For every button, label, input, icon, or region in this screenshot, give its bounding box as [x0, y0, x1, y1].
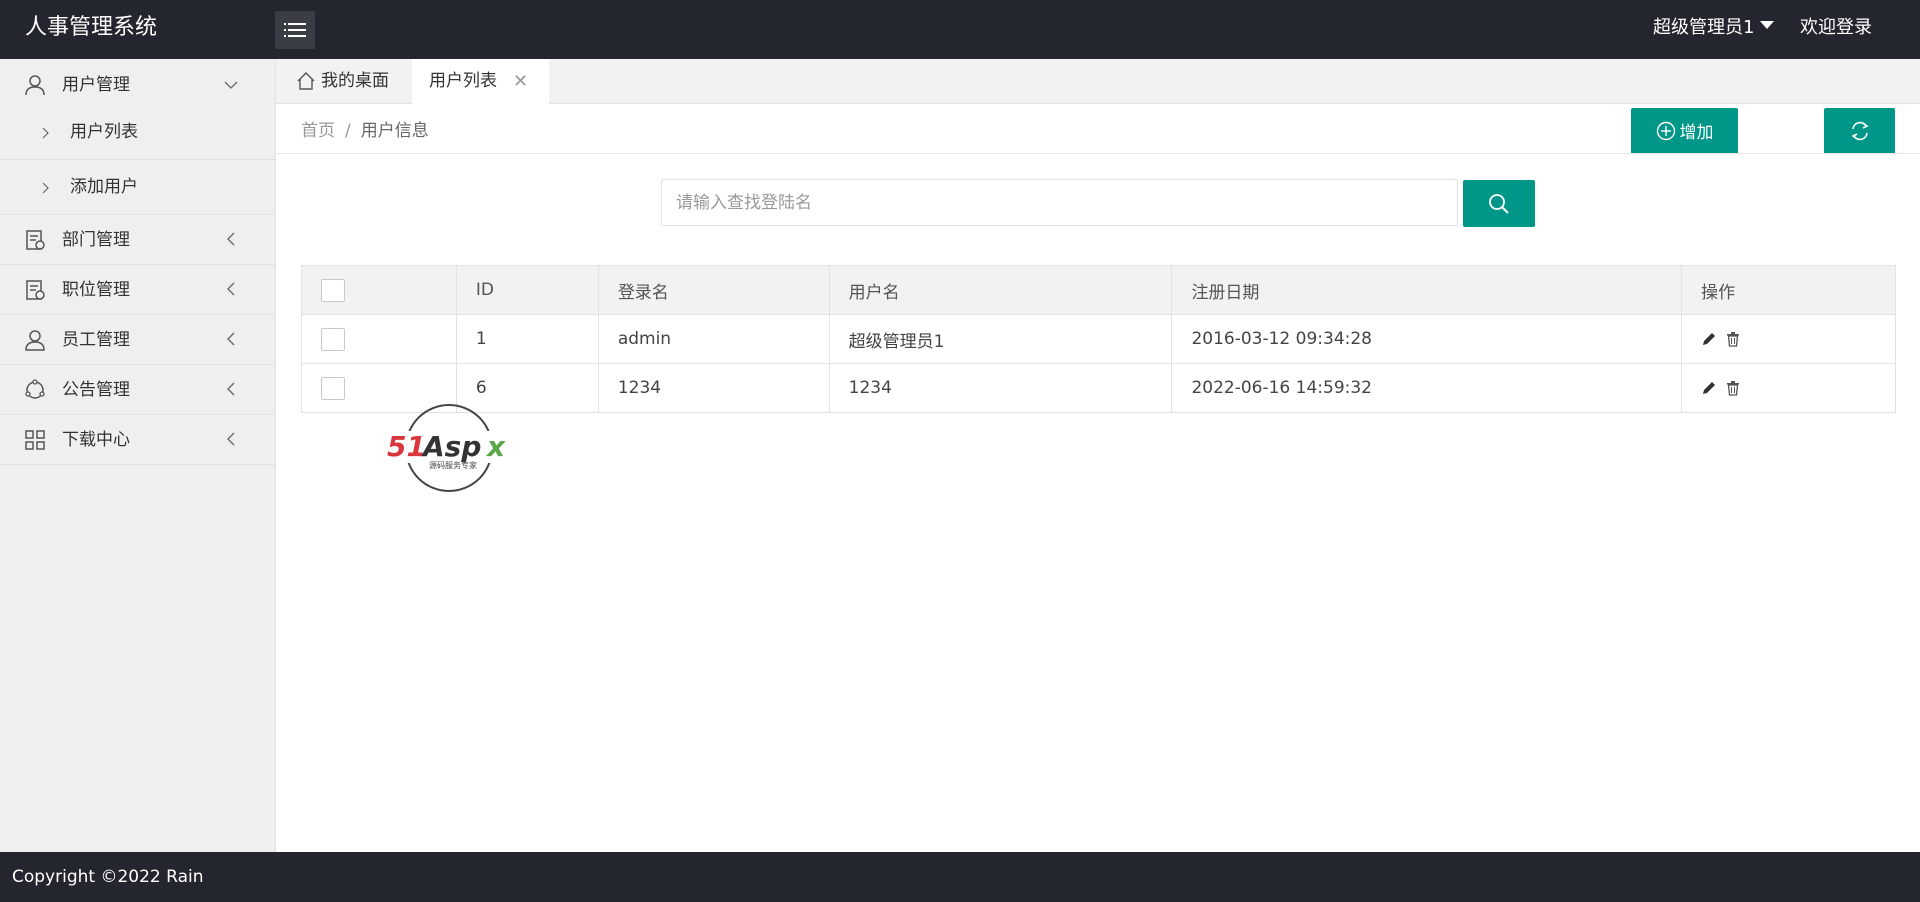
select-all-checkbox[interactable] [321, 278, 345, 302]
table-row[interactable]: 1 admin 超级管理员1 2016-03-12 09:34:28 [301, 314, 1896, 364]
menu-icon [284, 23, 306, 37]
tab-bar: 我的桌面 用户列表 ✕ [276, 59, 1920, 105]
cell-username: 1234 [828, 363, 1173, 413]
top-header: 人事管理系统 超级管理员1 欢迎登录 [0, 0, 1920, 59]
breadcrumb: 首页 / 用户信息 [301, 116, 429, 141]
svg-text:源码服务专家: 源码服务专家 [429, 460, 477, 470]
column-header: 操作 [1681, 265, 1896, 315]
sidebar-item-user-management[interactable]: 用户管理 [0, 59, 275, 105]
chevron-left-icon [227, 232, 235, 246]
sidebar-item-label: 职位管理 [62, 280, 130, 300]
sidebar-item-label: 员工管理 [62, 330, 130, 350]
sidebar-item-notice[interactable]: 公告管理 [0, 365, 275, 415]
chevron-right-icon [42, 127, 49, 139]
row-checkbox[interactable] [321, 376, 345, 400]
caret-down-icon [1760, 21, 1775, 29]
sidebar: 用户管理 用户列表 添加用户 部门管理 职位管理 员工管理 公告管理 下载中心 [0, 59, 276, 852]
add-button-label: 增加 [1679, 123, 1714, 143]
edit-icon[interactable] [1701, 380, 1717, 396]
select-all-cell [301, 265, 457, 315]
cell-actions [1681, 314, 1896, 364]
home-icon [297, 72, 315, 90]
chevron-left-icon [227, 382, 235, 396]
watermark-logo: 51 Asp x 源码服务专家 [385, 404, 513, 492]
column-header[interactable]: 注册日期 [1171, 265, 1683, 315]
cell-date: 2016-03-12 09:34:28 [1171, 314, 1683, 364]
user-dropdown[interactable]: 超级管理员1 [1653, 0, 1775, 56]
menu-toggle-button[interactable] [275, 11, 315, 49]
cell-login: 1234 [597, 363, 830, 413]
sidebar-subitem-label: 用户列表 [70, 122, 138, 142]
sidebar-item-employee[interactable]: 员工管理 [0, 315, 275, 365]
breadcrumb-current: 用户信息 [360, 121, 429, 141]
delete-icon[interactable] [1725, 380, 1741, 396]
sidebar-item-label: 下载中心 [62, 430, 130, 450]
refresh-button[interactable] [1824, 108, 1895, 153]
tab-label: 用户列表 [429, 71, 497, 91]
search-icon [1489, 193, 1509, 214]
svg-text:Asp: Asp [421, 430, 481, 463]
table-header-row: ID 登录名 用户名 注册日期 操作 [301, 265, 1896, 315]
cell-username: 超级管理员1 [828, 314, 1173, 364]
employee-icon [25, 330, 45, 351]
breadcrumb-home[interactable]: 首页 [301, 121, 335, 141]
breadcrumb-separator: / [345, 121, 351, 141]
sidebar-item-label: 公告管理 [62, 380, 130, 400]
tab-user-list[interactable]: 用户列表 ✕ [412, 59, 549, 105]
row-select-cell [301, 314, 457, 364]
cell-date: 2022-06-16 14:59:32 [1171, 363, 1683, 413]
user-icon [25, 75, 45, 96]
svg-text:x: x [485, 430, 506, 463]
sidebar-item-download[interactable]: 下载中心 [0, 415, 275, 465]
chevron-down-icon [224, 81, 238, 89]
edit-icon[interactable] [1701, 331, 1717, 347]
cell-actions [1681, 363, 1896, 413]
notice-icon [25, 379, 45, 399]
tab-label: 我的桌面 [321, 71, 389, 91]
app-logo: 人事管理系统 [25, 15, 158, 40]
plus-circle-icon [1656, 121, 1675, 140]
cell-login: admin [597, 314, 830, 364]
user-name: 超级管理员1 [1653, 17, 1755, 38]
sidebar-item-position[interactable]: 职位管理 [0, 265, 275, 315]
add-button[interactable]: 增加 [1631, 108, 1738, 153]
table-row[interactable]: 6 1234 1234 2022-06-16 14:59:32 [301, 363, 1896, 413]
copyright-text: Copyright ©2022 Rain [12, 867, 204, 887]
divider [276, 153, 1920, 154]
welcome-link[interactable]: 欢迎登录 [1800, 0, 1872, 56]
chevron-left-icon [227, 332, 235, 346]
sidebar-item-label: 用户管理 [62, 75, 130, 95]
search-button[interactable] [1463, 180, 1535, 227]
department-icon [26, 230, 45, 250]
sidebar-subitem-label: 添加用户 [70, 177, 138, 197]
sidebar-item-department[interactable]: 部门管理 [0, 215, 275, 265]
row-checkbox[interactable] [321, 327, 345, 351]
user-table: ID 登录名 用户名 注册日期 操作 1 admin 超级管理员1 2016-0… [301, 265, 1896, 413]
footer: Copyright ©2022 Rain [0, 852, 1920, 902]
sidebar-subitem-add-user[interactable]: 添加用户 [0, 160, 275, 215]
column-header[interactable]: ID [455, 265, 599, 315]
column-header[interactable]: 登录名 [597, 265, 830, 315]
close-icon[interactable]: ✕ [513, 59, 528, 104]
column-header[interactable]: 用户名 [828, 265, 1173, 315]
chevron-left-icon [227, 282, 235, 296]
refresh-icon [1850, 121, 1869, 140]
chevron-right-icon [42, 182, 49, 194]
svg-text:51: 51 [387, 430, 426, 463]
search-input[interactable] [661, 179, 1458, 226]
sidebar-subitem-user-list[interactable]: 用户列表 [0, 105, 275, 160]
position-icon [26, 280, 45, 300]
tab-desktop[interactable]: 我的桌面 [276, 59, 411, 104]
cell-id: 1 [455, 314, 599, 364]
delete-icon[interactable] [1725, 331, 1741, 347]
grid-icon [25, 430, 45, 450]
sidebar-item-label: 部门管理 [62, 230, 130, 250]
chevron-left-icon [227, 432, 235, 446]
